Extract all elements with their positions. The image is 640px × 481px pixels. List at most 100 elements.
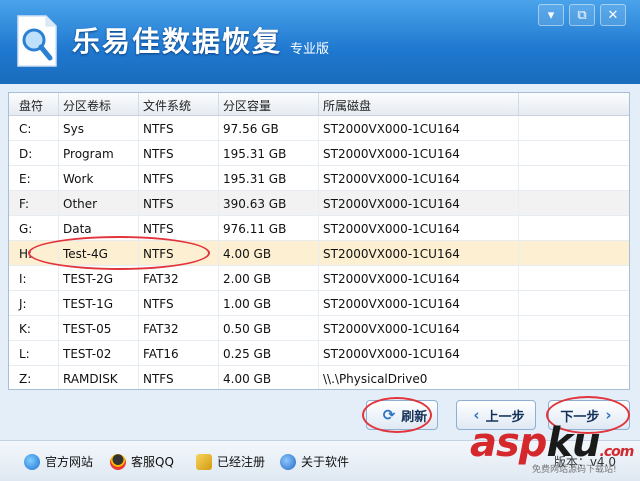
cell-drive-letter: Z: — [9, 366, 59, 389]
registered-label: 已经注册 — [217, 455, 266, 469]
cell-disk: ST2000VX000-1CU164 — [319, 116, 519, 140]
cell-filler — [519, 366, 629, 389]
table-row[interactable]: L: TEST-02 FAT16 0.25 GB ST2000VX000-1CU164 — [9, 341, 629, 366]
cell-disk: \\.\PhysicalDrive0 — [319, 366, 519, 389]
table-row[interactable]: G: Data NTFS 976.11 GB ST2000VX000-1CU164 — [9, 216, 629, 241]
cell-capacity: 97.56 GB — [219, 116, 319, 140]
cell-volume-label: Work — [59, 166, 139, 190]
cell-capacity: 976.11 GB — [219, 216, 319, 240]
cell-file-system: NTFS — [139, 291, 219, 315]
cell-disk: ST2000VX000-1CU164 — [319, 241, 519, 265]
table-row[interactable]: K: TEST-05 FAT32 0.50 GB ST2000VX000-1CU164 — [9, 316, 629, 341]
cell-volume-label: Program — [59, 141, 139, 165]
close-window-icon[interactable]: ✕ — [600, 4, 626, 26]
cell-disk: ST2000VX000-1CU164 — [319, 316, 519, 340]
cell-volume-label: TEST-02 — [59, 341, 139, 365]
table-row[interactable]: Z: RAMDISK NTFS 4.00 GB \\.\PhysicalDrive0 — [9, 366, 629, 389]
cell-capacity: 1.00 GB — [219, 291, 319, 315]
partition-table[interactable]: 盘符 分区卷标 文件系统 分区容量 所属磁盘 C: Sys NTFS 97.56 GB… — [8, 92, 630, 390]
cell-filler — [519, 116, 629, 140]
cell-capacity: 195.31 GB — [219, 166, 319, 190]
cell-file-system: NTFS — [139, 216, 219, 240]
cell-volume-label: Sys — [59, 116, 139, 140]
app-logo-icon — [17, 15, 57, 67]
cell-capacity: 0.50 GB — [219, 316, 319, 340]
cell-drive-letter: C: — [9, 116, 59, 140]
cell-volume-label: TEST-2G — [59, 266, 139, 290]
header-filler — [519, 93, 629, 115]
cell-filler — [519, 241, 629, 265]
cell-volume-label: RAMDISK — [59, 366, 139, 389]
cell-drive-letter: E: — [9, 166, 59, 190]
watermark-subtitle: 免费网站源码下载站! — [532, 465, 617, 475]
cell-file-system: FAT32 — [139, 316, 219, 340]
table-row[interactable]: D: Program NTFS 195.31 GB ST2000VX000-1CU164 — [9, 141, 629, 166]
table-row[interactable]: F: Other NTFS 390.63 GB ST2000VX000-1CU164 — [9, 191, 629, 216]
table-row[interactable]: C: Sys NTFS 97.56 GB ST2000VX000-1CU164 — [9, 116, 629, 141]
cell-file-system: NTFS — [139, 166, 219, 190]
cell-drive-letter: F: — [9, 191, 59, 215]
cell-capacity: 2.00 GB — [219, 266, 319, 290]
cell-drive-letter: D: — [9, 141, 59, 165]
cell-drive-letter: G: — [9, 216, 59, 240]
cell-filler — [519, 291, 629, 315]
ie-browser-icon — [24, 453, 40, 470]
title-bar: 乐易佳数据恢复 专业版 ▾ ⧉ ✕ — [0, 0, 640, 84]
cell-filler — [519, 141, 629, 165]
watermark-logo: aspku.com — [470, 420, 634, 466]
cell-drive-letter: H: — [9, 241, 59, 265]
cell-capacity: 390.63 GB — [219, 191, 319, 215]
cell-file-system: NTFS — [139, 116, 219, 140]
app-title: 乐易佳数据恢复 — [72, 25, 283, 58]
cell-volume-label: TEST-1G — [59, 291, 139, 315]
cell-volume-label: Test-4G — [59, 241, 139, 265]
restore-window-icon[interactable]: ⧉ — [569, 4, 595, 26]
cell-file-system: NTFS — [139, 191, 219, 215]
website-link-label: 官方网站 — [45, 455, 94, 469]
about-label: 关于软件 — [301, 455, 350, 469]
refresh-icon: ⟳ — [382, 406, 396, 424]
table-body: C: Sys NTFS 97.56 GB ST2000VX000-1CU164 D: Pro… — [9, 116, 629, 389]
table-row[interactable]: H: Test-4G NTFS 4.00 GB ST2000VX000-1CU164 — [9, 241, 629, 266]
header-drive-letter[interactable]: 盘符 — [9, 93, 59, 115]
menu-dropdown-icon[interactable]: ▾ — [538, 4, 564, 26]
header-disk[interactable]: 所属磁盘 — [319, 93, 519, 115]
qq-support-link[interactable]: 客服QQ — [110, 453, 174, 470]
cell-file-system: NTFS — [139, 141, 219, 165]
cell-volume-label: Data — [59, 216, 139, 240]
cell-filler — [519, 316, 629, 340]
cell-disk: ST2000VX000-1CU164 — [319, 341, 519, 365]
cell-filler — [519, 266, 629, 290]
cell-disk: ST2000VX000-1CU164 — [319, 141, 519, 165]
cell-disk: ST2000VX000-1CU164 — [319, 216, 519, 240]
cell-drive-letter: I: — [9, 266, 59, 290]
cell-capacity: 4.00 GB — [219, 241, 319, 265]
about-link[interactable]: 关于软件 — [280, 453, 349, 470]
registered-link[interactable]: 已经注册 — [196, 453, 265, 470]
header-file-system[interactable]: 文件系统 — [139, 93, 219, 115]
header-volume-label[interactable]: 分区卷标 — [59, 93, 139, 115]
cell-file-system: FAT16 — [139, 341, 219, 365]
cell-filler — [519, 191, 629, 215]
refresh-button[interactable]: ⟳ 刷新 — [366, 400, 438, 430]
table-header: 盘符 分区卷标 文件系统 分区容量 所属磁盘 — [9, 93, 629, 116]
cell-drive-letter: K: — [9, 316, 59, 340]
cell-capacity: 195.31 GB — [219, 141, 319, 165]
cell-disk: ST2000VX000-1CU164 — [319, 291, 519, 315]
cell-drive-letter: J: — [9, 291, 59, 315]
cell-capacity: 4.00 GB — [219, 366, 319, 389]
qq-penguin-icon — [110, 453, 126, 470]
table-row[interactable]: E: Work NTFS 195.31 GB ST2000VX000-1CU164 — [9, 166, 629, 191]
website-link[interactable]: 官方网站 — [24, 453, 93, 470]
cell-file-system: NTFS — [139, 241, 219, 265]
cell-filler — [519, 166, 629, 190]
header-capacity[interactable]: 分区容量 — [219, 93, 319, 115]
refresh-button-label: 刷新 — [401, 409, 428, 425]
table-row[interactable]: J: TEST-1G NTFS 1.00 GB ST2000VX000-1CU164 — [9, 291, 629, 316]
cell-volume-label: Other — [59, 191, 139, 215]
cell-disk: ST2000VX000-1CU164 — [319, 266, 519, 290]
table-row[interactable]: I: TEST-2G FAT32 2.00 GB ST2000VX000-1CU164 — [9, 266, 629, 291]
cell-file-system: NTFS — [139, 366, 219, 389]
qq-support-label: 客服QQ — [131, 455, 174, 469]
app-edition: 专业版 — [290, 42, 330, 57]
